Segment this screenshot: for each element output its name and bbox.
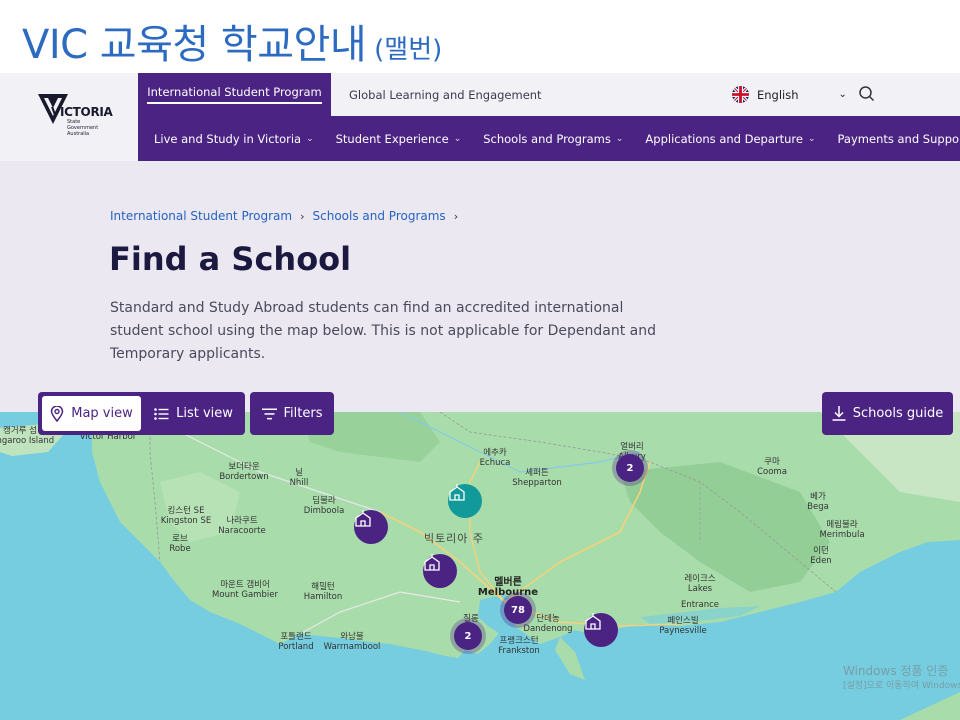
map-cluster-marker[interactable]: 2 — [454, 622, 482, 650]
hero-section — [0, 161, 960, 412]
school-map[interactable]: 캥거루 섬Kangaroo Island Victor Harbor 보더타운B… — [0, 412, 960, 720]
nav-payments-and-support[interactable]: Payments and Support⌄ — [838, 132, 960, 146]
school-icon — [424, 554, 440, 571]
view-toggle: Map view List view — [38, 392, 245, 435]
place-label: 메림불라 Merimbula — [819, 520, 865, 540]
search-icon — [859, 86, 875, 102]
filters-button[interactable]: Filters — [250, 392, 334, 435]
place-label: 로브 Robe — [169, 534, 191, 554]
slide-title-main: VIC 교육청 학교안내 — [22, 22, 367, 68]
list-view-button[interactable]: List view — [146, 396, 241, 431]
logo-wordmark: VICTORIA — [51, 105, 113, 119]
city-label-melbourne: 멜버른 Melbourne — [477, 577, 539, 598]
school-pin[interactable] — [354, 510, 388, 544]
place-label: 와남불 Warrnambool — [323, 632, 381, 652]
map-cluster-marker[interactable]: 78 — [504, 596, 532, 624]
school-pin[interactable] — [448, 484, 482, 518]
place-label: 프랭크스턴 Frankston — [498, 636, 540, 656]
language-label: English — [757, 87, 799, 102]
chevron-down-icon: ⌄ — [615, 133, 624, 144]
map-pin-icon — [50, 405, 64, 422]
nav-applications-and-departure[interactable]: Applications and Departure ⌄ — [645, 132, 815, 146]
place-label: 쿠마 Cooma — [757, 457, 787, 477]
tab-global-learning[interactable]: Global Learning and Engagement — [349, 73, 542, 116]
breadcrumb-schools-and-programs[interactable]: Schools and Programs — [313, 209, 446, 223]
slide-title: VIC 교육청 학교안내 (맬번) — [22, 12, 442, 72]
victoria-logo[interactable]: VICTORIA State Government Australia — [38, 94, 118, 140]
place-label: Entrance — [680, 600, 720, 610]
intro-text: Standard and Study Abroad students can f… — [110, 300, 656, 362]
place-label: 이던 Eden — [810, 546, 832, 566]
place-label: 베가 Bega — [807, 492, 829, 512]
state-label: 빅토리아 주 — [423, 532, 485, 545]
place-label: 나라쿠트 Naracoorte — [218, 516, 266, 536]
search-button[interactable] — [856, 83, 878, 105]
breadcrumb-international-student-program[interactable]: International Student Program — [110, 209, 292, 223]
place-label: 셰퍼튼 Shepparton — [512, 468, 562, 488]
chevron-down-icon: ⌄ — [838, 89, 847, 100]
place-label: 포틀랜드 Portland — [278, 632, 314, 652]
chevron-right-icon: › — [300, 209, 305, 223]
place-label: 보더타운 Bordertown — [219, 462, 269, 482]
nav-live-and-study[interactable]: Live and Study in Victoria ⌄ — [154, 132, 314, 146]
download-icon — [832, 406, 846, 421]
place-label: 레이크스 Lakes — [684, 574, 716, 594]
map-view-button[interactable]: Map view — [42, 396, 141, 431]
place-label: 마운트 갬비어 Mount Gambier — [212, 580, 278, 600]
schools-guide-button[interactable]: Schools guide — [822, 392, 953, 435]
language-selector[interactable]: English ⌄ — [732, 73, 847, 116]
top-bar: International Student Program Global Lea… — [138, 73, 960, 116]
place-label: 딤불라 Dimboola — [303, 496, 345, 516]
school-icon — [449, 484, 465, 501]
school-icon — [585, 613, 601, 630]
place-label: 페인스빌 Paynesville — [659, 616, 707, 636]
main-nav: Live and Study in Victoria ⌄ Student Expe… — [138, 116, 960, 161]
uk-flag-icon — [732, 86, 749, 103]
school-icon — [355, 510, 371, 527]
school-pin[interactable] — [423, 554, 457, 588]
map-cluster-marker[interactable]: 2 — [616, 454, 644, 482]
breadcrumb: International Student Program › Schools … — [110, 209, 466, 223]
place-label: 단데농 Dandenong — [523, 614, 573, 634]
slide-title-sub: (맬번) — [374, 35, 443, 65]
chevron-down-icon: ⌄ — [306, 133, 314, 144]
filter-icon — [261, 408, 277, 420]
place-label: 에추카 Echuca — [479, 448, 511, 468]
place-label: 닐 Nhill — [289, 468, 309, 488]
place-label: 킹스턴 SE Kingston SE — [160, 506, 212, 526]
tab-international-student-program[interactable]: International Student Program — [138, 73, 331, 116]
school-pin[interactable] — [584, 613, 618, 647]
nav-student-experience[interactable]: Student Experience ⌄ — [336, 132, 462, 146]
place-label: 해밀턴 Hamilton — [303, 582, 343, 602]
chevron-right-icon: › — [453, 209, 459, 223]
logo-subtext: State Government Australia — [67, 119, 99, 137]
page-title: Find a School — [109, 240, 352, 278]
nav-schools-and-programs[interactable]: Schools and Programs ⌄ — [483, 132, 623, 146]
windows-activation-watermark: Windows 정품 인증 [설정]으로 이동하여 Windows — [843, 664, 960, 691]
list-icon — [154, 407, 169, 420]
chevron-down-icon: ⌄ — [807, 133, 816, 144]
chevron-down-icon: ⌄ — [453, 133, 462, 144]
page: VIC 교육청 학교안내 (맬번) VICTORIA State Governm… — [0, 0, 960, 720]
